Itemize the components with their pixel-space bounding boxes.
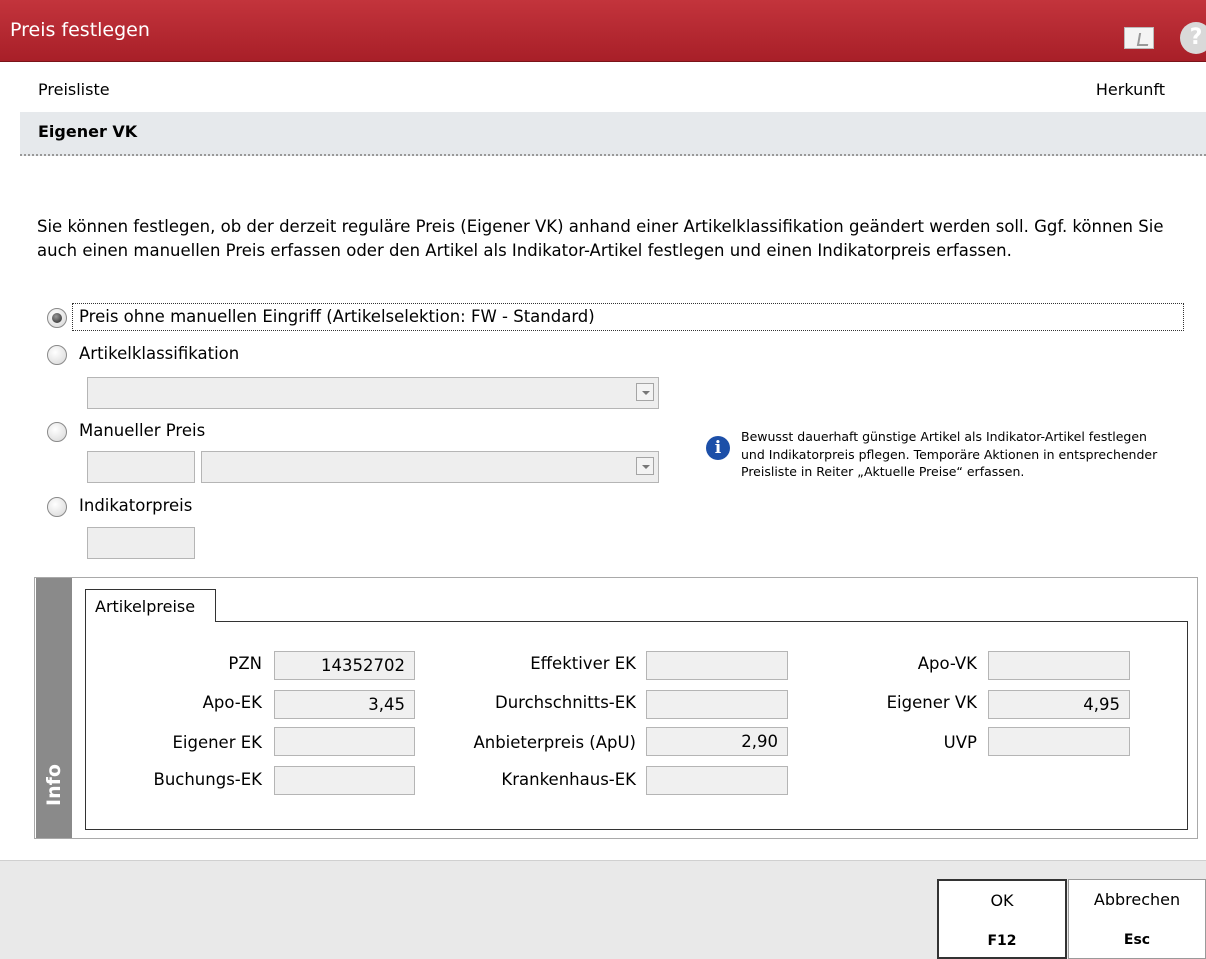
chevron-down-icon[interactable] [636, 457, 654, 475]
info-strip-label: Info [43, 764, 65, 806]
cancel-label: Abbrechen [1093, 890, 1181, 909]
description-text: Sie können festlegen, ob der derzeit reg… [37, 217, 1164, 260]
label-eigener-vk: Eigener VK [886, 693, 977, 712]
indicator-price-input[interactable] [87, 527, 195, 559]
value-eigener-ek [274, 727, 415, 756]
info-icon: i [706, 436, 730, 460]
radio-button[interactable] [47, 497, 67, 517]
window-title: Preis festlegen [10, 19, 150, 41]
cancel-button[interactable]: Abbrechen Esc [1068, 879, 1206, 959]
radio-article-classification[interactable]: Artikelklassifikation [47, 342, 347, 368]
radio-label: Indikatorpreis [79, 496, 193, 515]
value-effektiver-ek [646, 651, 788, 680]
label-eigener-ek: Eigener EK [172, 733, 262, 752]
value-anbieterpreis: 2,90 [646, 727, 788, 756]
price-list-row-selected[interactable]: Eigener VK [20, 112, 1206, 156]
radio-label: Artikelklassifikation [79, 344, 240, 363]
title-bar: Preis festlegen ? [0, 0, 1206, 62]
ok-shortcut: F12 [987, 933, 1017, 949]
label-krankenhaus-ek: Krankenhaus-EK [501, 770, 636, 789]
classification-dropdown[interactable] [87, 377, 659, 409]
ok-button[interactable]: OK F12 [937, 879, 1067, 959]
hint-text: Bewusst dauerhaft günstige Artikel als I… [741, 429, 1158, 479]
value-apo-vk [988, 651, 1130, 680]
cancel-shortcut: Esc [1123, 932, 1151, 948]
radio-label: Manueller Preis [79, 421, 206, 440]
ok-label: OK [990, 891, 1014, 910]
label-pzn: PZN [228, 654, 262, 673]
label-uvp: UVP [943, 733, 977, 752]
label-buchungs-ek: Buchungs-EK [153, 770, 263, 789]
value-buchungs-ek [274, 766, 415, 795]
chevron-down-icon[interactable] [636, 383, 654, 401]
value-durchschnitts-ek [646, 690, 788, 719]
tab-artikelpreise[interactable]: Artikelpreise [85, 589, 216, 622]
manual-price-dropdown[interactable] [201, 451, 659, 483]
label-durchschnitts-ek: Durchschnitts-EK [494, 693, 636, 712]
radio-indicator-price[interactable]: Indikatorpreis [47, 494, 347, 520]
radio-manual-price[interactable]: Manueller Preis [47, 419, 347, 445]
label-anbieterpreis: Anbieterpreis (ApU) [473, 733, 636, 752]
header-herkunft: Herkunft [1095, 80, 1165, 99]
label-apo-ek: Apo-EK [202, 693, 262, 712]
radio-price-without-intervention[interactable]: Preis ohne manuellen Eingriff (Artikelse… [47, 305, 747, 331]
value-pzn: 14352702 [274, 651, 415, 680]
radio-button[interactable] [47, 345, 67, 365]
list-header: Preisliste Herkunft [20, 72, 1185, 108]
help-icon[interactable]: ? [1180, 22, 1206, 54]
manual-price-input[interactable] [87, 451, 195, 483]
radio-label: Preis ohne manuellen Eingriff (Artikelse… [79, 307, 595, 326]
radio-button[interactable] [47, 422, 67, 442]
tab-label: Artikelpreise [95, 597, 196, 616]
value-uvp [988, 727, 1130, 756]
info-strip[interactable]: Info [36, 578, 72, 838]
radio-button[interactable] [47, 308, 67, 328]
value-krankenhaus-ek [646, 766, 788, 795]
notes-icon[interactable] [1124, 27, 1154, 49]
label-apo-vk: Apo-VK [917, 654, 977, 673]
label-effektiver-ek: Effektiver EK [530, 654, 636, 673]
header-preisliste: Preisliste [38, 80, 110, 99]
price-list-name: Eigener VK [38, 122, 138, 141]
value-eigener-vk: 4,95 [988, 690, 1130, 719]
value-apo-ek: 3,45 [274, 690, 415, 719]
